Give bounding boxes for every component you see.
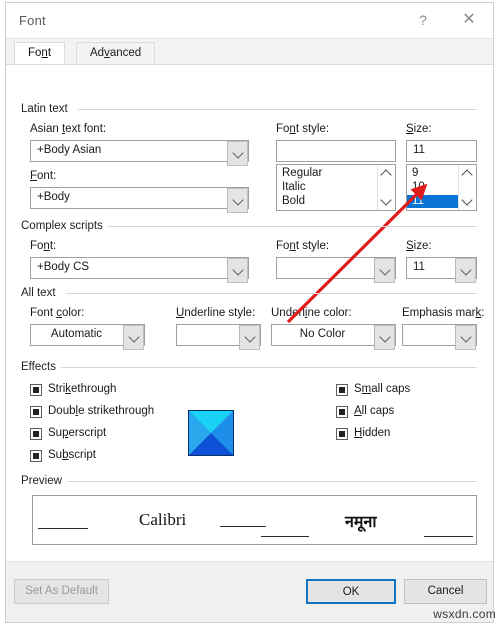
dialog-title: Font xyxy=(19,13,46,28)
checkbox-label: Hidden xyxy=(354,427,391,439)
scroll-up-icon[interactable] xyxy=(378,166,395,181)
group-rule-effects xyxy=(58,367,477,368)
chevron-down-icon[interactable] xyxy=(239,325,260,350)
checkbox-icon[interactable] xyxy=(30,450,42,462)
ok-button[interactable]: OK xyxy=(306,579,396,604)
latin-size-value: 11 xyxy=(413,144,425,156)
chevron-down-icon[interactable] xyxy=(374,325,395,350)
group-label-latin-text: Latin text xyxy=(21,103,73,115)
scroll-up-icon[interactable] xyxy=(459,166,476,181)
preview-rule xyxy=(220,526,266,528)
label-complex-font-style: Font style: xyxy=(276,240,330,252)
chevron-down-icon[interactable] xyxy=(455,258,476,283)
checkbox-label: Subscript xyxy=(48,449,96,461)
emphasis-mark-combo[interactable] xyxy=(402,324,477,350)
label-asian-text-font: Asian text font: xyxy=(30,123,107,135)
checkbox-icon[interactable] xyxy=(30,428,42,440)
complex-font-style-combo[interactable] xyxy=(276,257,396,283)
chevron-down-icon[interactable] xyxy=(227,258,248,283)
checkbox-label: All caps xyxy=(354,405,395,417)
underline-style-combo[interactable] xyxy=(176,324,261,350)
group-label-preview: Preview xyxy=(21,475,67,487)
tab-font[interactable]: Font xyxy=(14,42,66,64)
preview-rule xyxy=(261,536,309,538)
asian-text-font-value: +Body Asian xyxy=(37,144,102,156)
dialog-footer: Set As Default OK Cancel xyxy=(6,561,493,622)
tab-strip: Font Advanced xyxy=(6,39,493,65)
size-scrollbar[interactable] xyxy=(458,165,476,210)
broken-image-icon xyxy=(188,410,234,456)
preview-rule xyxy=(38,528,88,530)
tab-advanced[interactable]: Advanced xyxy=(76,42,156,64)
latin-font-style-list[interactable]: Regular Italic Bold xyxy=(276,164,396,211)
help-icon[interactable]: ? xyxy=(403,3,443,37)
chevron-down-icon[interactable] xyxy=(374,258,395,283)
complex-font-value: +Body CS xyxy=(37,261,90,273)
set-as-default-button[interactable]: Set As Default xyxy=(14,579,109,604)
latin-font-style-input[interactable] xyxy=(276,140,396,162)
font-color-value: Automatic xyxy=(50,328,103,340)
preview-rule xyxy=(424,536,473,538)
chevron-down-icon[interactable] xyxy=(123,325,144,350)
group-label-effects: Effects xyxy=(21,361,61,373)
latin-size-list[interactable]: 9 10 11 xyxy=(406,164,477,211)
complex-size-combo[interactable]: 11 xyxy=(406,257,477,283)
group-rule-complex-scripts xyxy=(106,226,477,227)
label-underline-style: Underline style: xyxy=(176,307,256,319)
label-latin-size: Size: xyxy=(406,123,432,135)
latin-font-value: +Body xyxy=(37,191,70,203)
font-color-combo[interactable]: Automatic xyxy=(30,324,145,350)
checkbox-label: Strikethrough xyxy=(48,383,117,395)
close-icon[interactable]: ✕ xyxy=(449,3,489,37)
label-font-color: Font color: xyxy=(30,307,85,319)
checkbox-icon[interactable] xyxy=(30,384,42,396)
checkbox-label: Superscript xyxy=(48,427,107,439)
title-bar: Font ? ✕ xyxy=(6,3,493,39)
preview-complex-sample: नमूना xyxy=(345,512,377,531)
label-latin-font: Font: xyxy=(30,170,57,182)
checkbox-icon[interactable] xyxy=(336,428,348,440)
group-rule-preview xyxy=(61,481,477,482)
scroll-down-icon[interactable] xyxy=(459,194,476,209)
underline-color-value: No Color xyxy=(299,328,346,340)
chevron-down-icon[interactable] xyxy=(455,325,476,350)
chevron-down-icon[interactable] xyxy=(227,188,248,213)
complex-font-combo[interactable]: +Body CS xyxy=(30,257,249,283)
font-style-scrollbar[interactable] xyxy=(377,165,395,210)
latin-font-combo[interactable]: +Body xyxy=(30,187,249,213)
label-emphasis-mark: Emphasis mark: xyxy=(402,307,485,319)
asian-text-font-combo[interactable]: +Body Asian xyxy=(30,140,249,166)
cancel-button[interactable]: Cancel xyxy=(404,579,487,604)
checkbox-label: Small caps xyxy=(354,383,411,395)
chevron-down-icon[interactable] xyxy=(227,141,248,166)
scroll-down-icon[interactable] xyxy=(378,194,395,209)
checkbox-label: Double strikethrough xyxy=(48,405,155,417)
group-rule-latin-text xyxy=(78,109,477,110)
complex-size-value: 11 xyxy=(413,261,425,273)
label-latin-font-style: Font style: xyxy=(276,123,330,135)
font-dialog: Font ? ✕ Font Advanced Latin text Asian … xyxy=(5,2,494,623)
label-complex-size: Size: xyxy=(406,240,432,252)
group-label-all-text: All text xyxy=(21,287,61,299)
checkbox-icon[interactable] xyxy=(336,406,348,418)
dialog-body: Latin text Asian text font: +Body Asian … xyxy=(6,65,493,585)
latin-size-input[interactable]: 11 xyxy=(406,140,477,162)
checkbox-icon[interactable] xyxy=(30,406,42,418)
label-complex-font: Font: xyxy=(30,240,57,252)
label-underline-color: Underline color: xyxy=(271,307,352,319)
checkbox-icon[interactable] xyxy=(336,384,348,396)
preview-box: Calibri नमूना xyxy=(32,495,477,545)
group-rule-all-text xyxy=(66,293,477,294)
preview-latin-sample: Calibri xyxy=(139,510,187,529)
watermark: wsxdn.com xyxy=(433,607,496,621)
group-label-complex-scripts: Complex scripts xyxy=(21,220,108,232)
underline-color-combo[interactable]: No Color xyxy=(271,324,396,350)
